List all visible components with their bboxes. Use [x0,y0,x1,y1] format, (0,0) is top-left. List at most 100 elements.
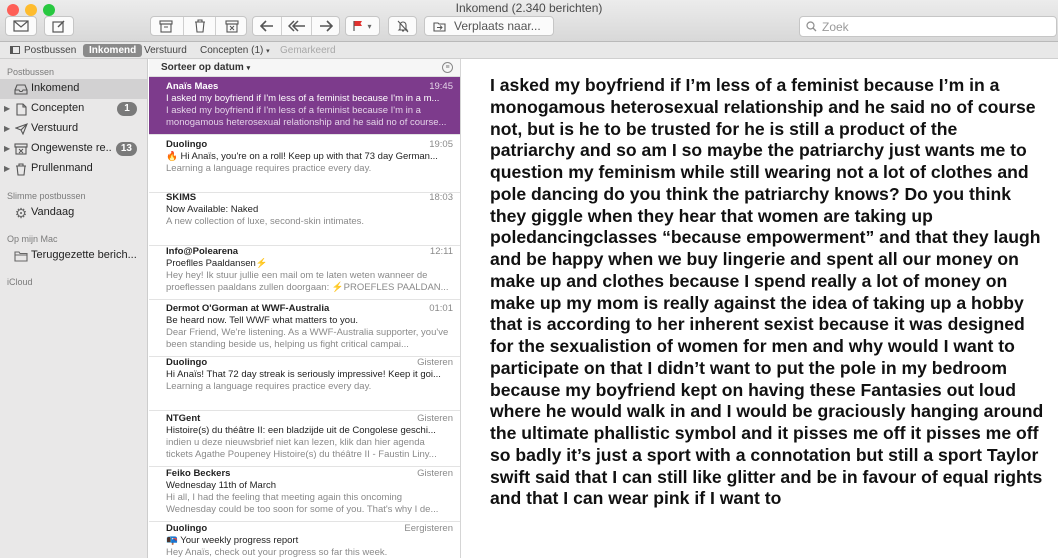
fav-flagged[interactable]: Gemarkeerd [274,44,342,57]
fav-mailboxes-label: Postbussen [24,45,77,56]
compose-button[interactable] [44,16,74,36]
message-row[interactable]: Duolingo Gisteren Hi Anaïs! That 72 day st… [149,353,460,411]
message-row[interactable]: Feiko Beckers Gisteren Wednesday 11th of M… [149,464,460,522]
envelope-icon [13,20,29,32]
message-subject: Be heard now. Tell WWF what matters to y… [166,315,359,326]
unread-badge: 1 [117,102,137,116]
search-placeholder: Zoek [822,19,849,34]
reply-all-button[interactable] [282,16,311,36]
message-row[interactable]: Anaïs Maes 19:45 I asked my boyfriend if I… [149,77,460,135]
message-subject: 🔥 Hi Anaïs, you're on a roll! Keep up wi… [166,151,438,162]
toolbar: Inkomend (2.340 berichten) ▾ Verplaats n… [0,0,1058,42]
message-from: Dermot O'Gorman at WWF-Australia [166,303,330,314]
message-row[interactable]: NTGent Gisteren Histoire(s) du théâtre II:… [149,409,460,467]
inbox-tray-icon [14,82,28,96]
sidebar-item-recovered[interactable]: Teruggezette berich... [0,246,147,266]
sidebar-item-label: Concepten [31,102,85,114]
message-subject: Now Available: Naked [166,204,259,215]
message-subject: 📭 Your weekly progress report [166,535,299,546]
message-preview: Learning a language requires practice ev… [166,381,372,392]
move-to-button[interactable]: Verplaats naar... [424,16,554,36]
gear-icon: ⚙ [14,204,28,221]
sidebar-section-on-my-mac: Op mijn Mac [7,234,58,244]
disclosure-triangle-icon: ▶ [4,124,11,133]
junk-icon [14,142,28,156]
fav-sent[interactable]: Verstuurd [138,44,193,57]
message-from: Duolingo [166,357,208,368]
sidebar-item-label: Vandaag [31,206,75,218]
sort-bar: Sorteer op datum ▾ ≡ [149,59,460,77]
mute-button[interactable] [388,16,417,36]
message-row[interactable]: Info@Polearena 12:11 Proeflles Paaldansen⚡… [149,242,460,300]
get-mail-button[interactable] [5,16,37,36]
message-time: Gisteren [417,468,453,479]
move-to-label: Verplaats naar... [454,19,541,33]
message-preview: A new collection of luxe, second-skin in… [166,216,365,227]
message-subject: Hi Anaïs! That 72 day streak is seriousl… [166,369,441,380]
sidebar-toggle-icon [10,46,20,54]
sidebar-item-label: Verstuurd [31,122,79,134]
message-subject: Histoire(s) du théâtre II: een bladzijde… [166,425,436,436]
message-from: SKIMS [166,192,197,203]
message-time: Eergisteren [404,523,453,534]
sidebar-item-sent[interactable]: ▶ Verstuurd [0,119,147,139]
sort-button[interactable]: Sorteer op datum ▾ [161,62,250,73]
sidebar-section-mailboxes: Postbussen [7,67,55,77]
chevron-down-icon: ▾ [246,65,251,72]
disclosure-triangle-icon: ▶ [4,144,11,153]
message-time: 01:01 [429,303,453,314]
sidebar-item-junk[interactable]: ▶ Ongewenste re... 13 [0,139,147,159]
delete-button[interactable] [184,16,215,36]
fav-drafts[interactable]: Concepten (1) ▾ [194,44,276,57]
message-row[interactable]: Dermot O'Gorman at WWF-Australia 01:01 Be … [149,299,460,357]
fav-mailboxes[interactable]: Postbussen [4,44,82,57]
message-preview: indien u deze nieuwsbrief niet kan lezen… [166,437,437,460]
sidebar-item-drafts[interactable]: ▶ Concepten 1 [0,99,147,119]
message-row[interactable]: SKIMS 18:03 Now Available: Naked A new coll… [149,188,460,246]
message-preview: Hey hey! Ik stuur jullie een mail om te … [166,270,449,293]
favorites-bar: Postbussen Inkomend Verstuurd Concepten … [0,42,1058,59]
move-folder-icon [433,21,446,32]
forward-button[interactable] [312,16,340,36]
message-from: Anaïs Maes [166,81,219,92]
message-time: 19:05 [429,139,453,150]
flag-icon [353,21,363,31]
archive-button[interactable] [150,16,182,36]
paper-plane-icon [14,122,28,136]
search-icon [806,21,817,32]
trash-icon [14,162,28,176]
sidebar-item-trash[interactable]: ▶ Prullenmand [0,159,147,179]
filter-icon[interactable]: ≡ [442,62,453,73]
message-from: Duolingo [166,139,208,150]
reply-button[interactable] [252,16,281,36]
flag-button[interactable]: ▾ [345,16,380,36]
disclosure-triangle-icon: ▶ [4,164,11,173]
message-from: Info@Polearena [166,246,239,257]
chevron-down-icon: ▾ [266,48,270,55]
sidebar-item-label: Teruggezette berich... [31,249,137,261]
message-row[interactable]: Duolingo Eergisteren 📭 Your weekly progres… [149,519,460,558]
sidebar-item-inbox[interactable]: Inkomend [0,79,147,99]
search-field[interactable]: Zoek [799,16,1057,37]
sidebar-item-today[interactable]: ⚙ Vandaag [0,203,147,223]
document-icon [14,102,28,116]
junk-button[interactable] [216,16,247,36]
message-preview: Dear Friend, We're listening. As a WWF-A… [166,327,449,350]
message-row[interactable]: Duolingo 19:05 🔥 Hi Anaïs, you're on a rol… [149,135,460,193]
sidebar-item-label: Ongewenste re... [31,142,111,154]
reading-pane: I asked my boyfriend if I’m less of a fe… [462,59,1058,558]
message-preview: Learning a language requires practice ev… [166,163,372,174]
message-preview: Hey Anaïs, check out your progress so fa… [166,547,388,558]
trash-icon [194,19,205,33]
message-list: Sorteer op datum ▾ ≡ Anaïs Maes 19:45 I as… [149,59,461,558]
forward-icon [320,20,333,32]
sidebar-section-icloud[interactable]: iCloud [7,277,33,287]
sidebar: Postbussen Inkomend ▶ Concepten 1 ▶ Vers… [0,59,148,558]
message-preview: I asked my boyfriend if I'm less of a fe… [166,105,447,128]
message-time: 12:11 [429,246,453,257]
sidebar-item-label: Prullenmand [31,162,93,174]
message-body: I asked my boyfriend if I’m less of a fe… [490,75,1044,509]
junk-icon [224,19,239,33]
chevron-down-icon: ▾ [367,21,372,31]
fav-inbox[interactable]: Inkomend [83,44,143,57]
